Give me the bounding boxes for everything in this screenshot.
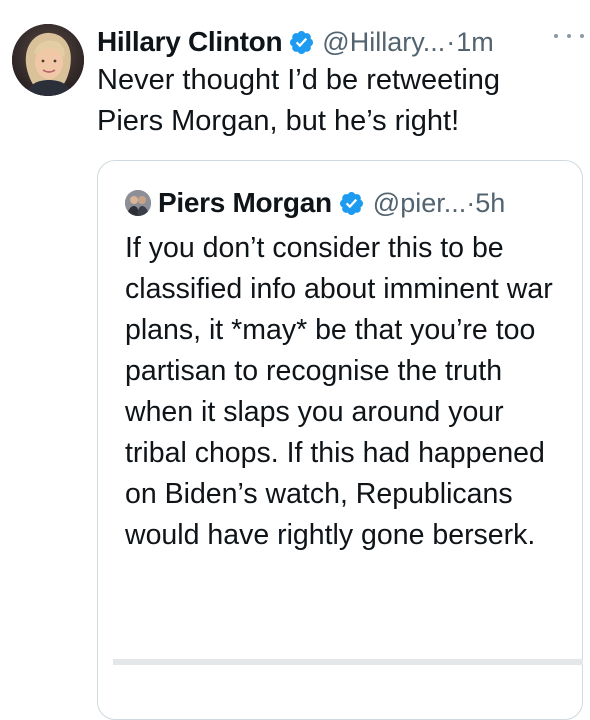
media-preview-edge	[113, 659, 583, 665]
author-handle[interactable]: @Hillary...	[322, 27, 445, 58]
quoted-author-avatar[interactable]	[125, 190, 151, 216]
quoted-tweet[interactable]: Piers Morgan @pier... · 5h If you don’t …	[97, 160, 583, 720]
author-avatar[interactable]	[12, 24, 84, 96]
timestamp[interactable]: 1m	[456, 27, 494, 58]
quoted-author-handle[interactable]: @pier...	[373, 188, 466, 219]
verified-badge-icon	[338, 190, 365, 217]
separator-dot: ·	[466, 187, 476, 218]
quoted-author-name[interactable]: Piers Morgan	[158, 187, 332, 219]
more-options-icon[interactable]	[554, 26, 584, 46]
separator-dot: ·	[446, 26, 456, 57]
tweet-header: Hillary Clinton @Hillary... · 1m	[97, 22, 494, 62]
quoted-tweet-text: If you don’t consider this to be classif…	[125, 232, 553, 551]
author-name[interactable]: Hillary Clinton	[97, 26, 283, 58]
quoted-timestamp[interactable]: 5h	[475, 188, 505, 219]
tweet[interactable]: Hillary Clinton @Hillary... · 1m Never t…	[0, 0, 590, 720]
quoted-tweet-header: Piers Morgan @pier... · 5h	[125, 183, 505, 223]
verified-badge-icon	[288, 29, 315, 56]
tweet-text: Never thought I’d be retweeting Piers Mo…	[97, 64, 501, 137]
